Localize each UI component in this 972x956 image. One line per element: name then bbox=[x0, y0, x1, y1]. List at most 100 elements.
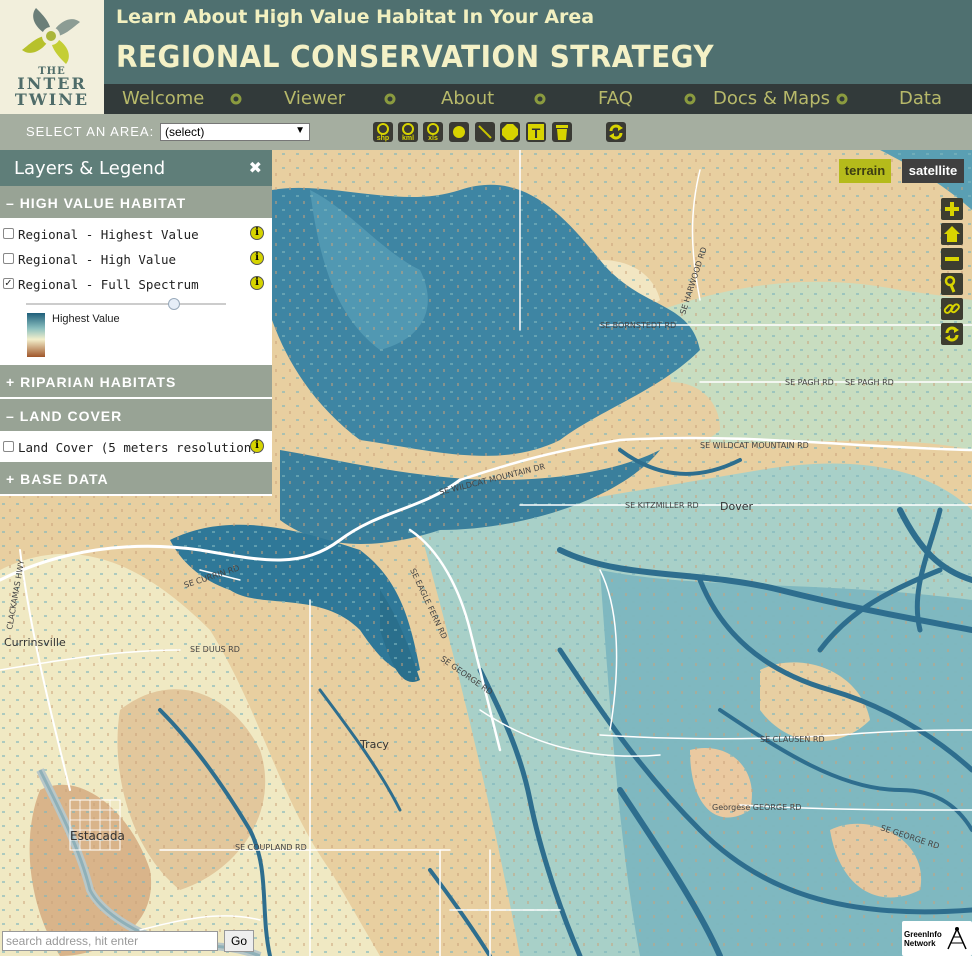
nav-separator-icon bbox=[534, 93, 546, 105]
place-label-currinsville: Currinsville bbox=[4, 636, 66, 649]
address-search-input[interactable]: search address, hit enter bbox=[2, 931, 218, 951]
credit-line-1: GreenInfo bbox=[904, 930, 942, 939]
nav-docs-maps[interactable]: Docs & Maps bbox=[713, 88, 830, 109]
road-label-coupland: SE COUPLAND RD bbox=[235, 843, 307, 852]
layers-legend-panel: Layers & Legend ✖ – HIGH VALUE HABITAT R… bbox=[0, 150, 272, 496]
layer-full-spectrum[interactable]: Regional - Full Spectrum i bbox=[0, 272, 272, 297]
identify-icon[interactable] bbox=[941, 273, 963, 295]
kml-label: kml bbox=[402, 135, 414, 142]
xls-download-icon[interactable]: xls bbox=[423, 122, 443, 142]
section-title: RIPARIAN HABITATS bbox=[20, 374, 177, 390]
zoom-in-icon[interactable] bbox=[941, 198, 963, 220]
select-area-label: SELECT AN AREA: bbox=[26, 124, 155, 139]
chevron-down-icon: ▼ bbox=[295, 125, 305, 136]
layer-land-cover[interactable]: Land Cover (5 meters resolution) i bbox=[0, 435, 272, 460]
info-icon[interactable]: i bbox=[250, 226, 264, 240]
place-label-estacada: Estacada bbox=[70, 829, 125, 843]
place-label-tracy: Tracy bbox=[359, 738, 389, 751]
road-label-georgese: Georgese GEORGE RD bbox=[712, 803, 801, 812]
road-label-pagh: SE PAGH RD bbox=[845, 378, 894, 387]
nav-welcome[interactable]: Welcome bbox=[122, 88, 204, 109]
kml-download-icon[interactable]: kml bbox=[398, 122, 418, 142]
toolbar: SELECT AN AREA: (select) ▼ shp kml xls T bbox=[0, 114, 972, 150]
draw-line-icon[interactable] bbox=[475, 122, 495, 142]
layer-label: Regional - Full Spectrum bbox=[18, 277, 199, 292]
refresh-icon[interactable] bbox=[941, 323, 963, 345]
nav-viewer[interactable]: Viewer bbox=[284, 88, 345, 109]
section-riparian-habitats[interactable]: + RIPARIAN HABITATS bbox=[0, 365, 272, 399]
road-label-wildcat-rd: SE WILDCAT MOUNTAIN RD bbox=[700, 441, 809, 450]
section-title: HIGH VALUE HABITAT bbox=[19, 195, 187, 211]
section-toggle: + bbox=[6, 374, 16, 390]
section-title: BASE DATA bbox=[20, 471, 109, 487]
high-value-habitat-body: Regional - Highest Value i Regional - Hi… bbox=[0, 220, 272, 365]
road-label-bornstedt: SE BORNSTEDT RD bbox=[600, 321, 676, 330]
greeninfo-emblem-icon bbox=[947, 927, 967, 950]
section-land-cover[interactable]: – LAND COVER bbox=[0, 399, 272, 433]
panel-header: Layers & Legend ✖ bbox=[0, 150, 272, 186]
section-title: LAND COVER bbox=[19, 408, 123, 424]
shp-label: shp bbox=[377, 135, 389, 142]
nav-separator-icon bbox=[684, 93, 696, 105]
layer-label: Land Cover (5 meters resolution) bbox=[18, 440, 259, 455]
slider-handle[interactable] bbox=[168, 298, 180, 310]
panel-title: Layers & Legend bbox=[14, 158, 166, 179]
road-label-clausen: SE CLAUSEN RD bbox=[760, 735, 825, 744]
layer-label: Regional - Highest Value bbox=[18, 227, 199, 242]
intertwine-logo[interactable]: THE INTER TWINE bbox=[0, 0, 104, 114]
shp-download-icon[interactable]: shp bbox=[373, 122, 393, 142]
layer-highest-value[interactable]: Regional - Highest Value i bbox=[0, 222, 272, 247]
draw-polygon-icon[interactable] bbox=[500, 122, 520, 142]
section-toggle: – bbox=[6, 408, 15, 424]
go-button[interactable]: Go bbox=[224, 930, 254, 952]
layer-checkbox[interactable] bbox=[3, 441, 14, 452]
draw-text-icon[interactable]: T bbox=[526, 122, 546, 142]
swirl-logo-icon bbox=[22, 8, 80, 64]
layer-checkbox-checked[interactable] bbox=[3, 276, 14, 289]
road-label-kitzmiller: SE KITZMILLER RD bbox=[625, 501, 699, 510]
tagline: Learn About High Value Habitat In Your A… bbox=[116, 6, 595, 28]
terrain-basemap-button[interactable]: terrain bbox=[839, 159, 891, 183]
info-icon[interactable]: i bbox=[250, 276, 264, 290]
layer-checkbox[interactable] bbox=[3, 253, 14, 264]
land-cover-body: Land Cover (5 meters resolution) i bbox=[0, 433, 272, 462]
nav-data[interactable]: Data bbox=[899, 88, 942, 109]
refresh-icon[interactable] bbox=[606, 122, 626, 142]
section-toggle: + bbox=[6, 471, 16, 487]
road-label-pagh: SE PAGH RD bbox=[785, 378, 834, 387]
greeninfo-network-logo[interactable]: GreenInfo Network bbox=[902, 921, 972, 956]
satellite-basemap-button[interactable]: satellite bbox=[902, 159, 964, 183]
site-title: REGIONAL CONSERVATION STRATEGY bbox=[116, 40, 715, 75]
draw-point-icon[interactable] bbox=[449, 122, 469, 142]
legend-label: Highest Value bbox=[52, 313, 120, 325]
nav-faq[interactable]: FAQ bbox=[598, 88, 633, 109]
nav-separator-icon bbox=[230, 93, 242, 105]
zoom-out-icon[interactable] bbox=[941, 248, 963, 270]
layer-high-value[interactable]: Regional - High Value i bbox=[0, 247, 272, 272]
nav-separator-icon bbox=[836, 93, 848, 105]
section-high-value-habitat[interactable]: – HIGH VALUE HABITAT bbox=[0, 186, 272, 220]
road-label-duus: SE DUUS RD bbox=[190, 645, 240, 654]
close-icon[interactable]: ✖ bbox=[249, 158, 262, 177]
text-tool-label: T bbox=[532, 125, 541, 141]
legend-color-ramp bbox=[27, 313, 45, 357]
info-icon[interactable]: i bbox=[250, 439, 264, 453]
main-nav: Welcome Viewer About FAQ Docs & Maps Dat… bbox=[104, 84, 972, 114]
link-icon[interactable] bbox=[941, 298, 963, 320]
section-base-data[interactable]: + BASE DATA bbox=[0, 462, 272, 496]
xls-label: xls bbox=[428, 135, 438, 142]
layer-checkbox[interactable] bbox=[3, 228, 14, 239]
trash-icon[interactable] bbox=[552, 122, 572, 142]
logo-text-twine: TWINE bbox=[14, 90, 90, 109]
layer-label: Regional - High Value bbox=[18, 252, 177, 267]
place-label-dover: Dover bbox=[720, 500, 753, 513]
info-icon[interactable]: i bbox=[250, 251, 264, 265]
select-area-dropdown[interactable]: (select) ▼ bbox=[160, 123, 310, 141]
select-area-value: (select) bbox=[165, 125, 205, 139]
legend: Highest Value bbox=[0, 311, 272, 363]
section-toggle: – bbox=[6, 195, 15, 211]
nav-about[interactable]: About bbox=[441, 88, 494, 109]
opacity-slider[interactable] bbox=[0, 297, 272, 311]
nav-separator-icon bbox=[384, 93, 396, 105]
home-icon[interactable] bbox=[941, 223, 963, 245]
